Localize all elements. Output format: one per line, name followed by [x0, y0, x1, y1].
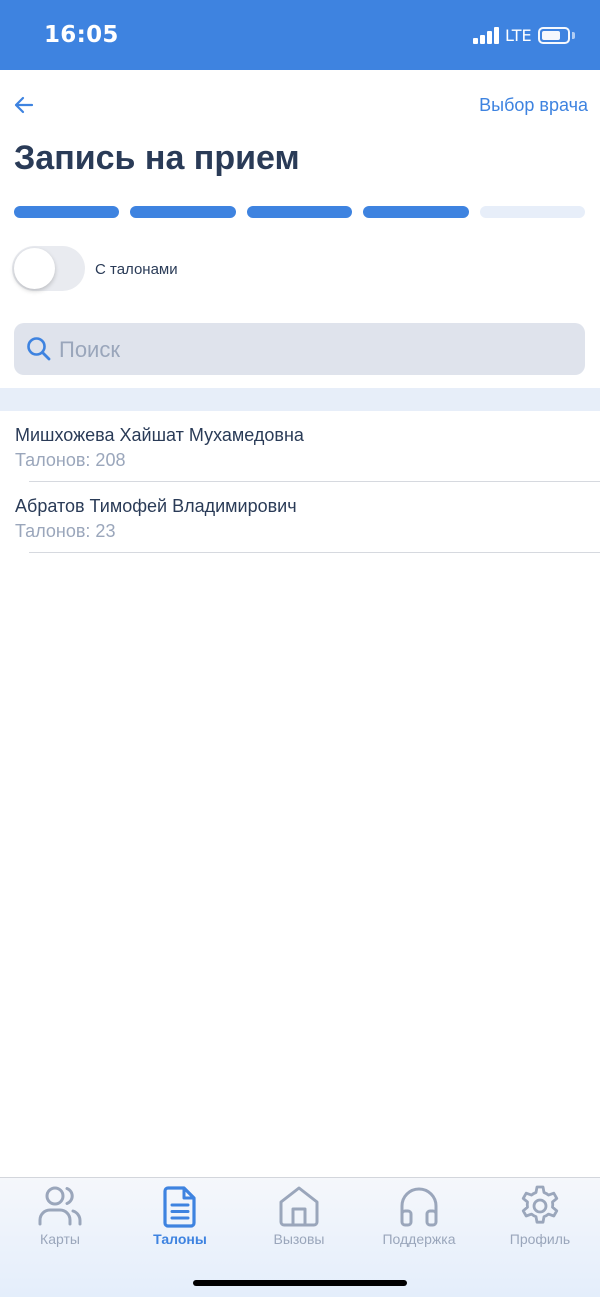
search-input[interactable]: Поиск — [14, 323, 585, 375]
toggle-knob — [14, 248, 55, 289]
with-tickets-toggle[interactable] — [12, 246, 85, 291]
back-arrow-icon[interactable] — [12, 93, 36, 117]
ticket-count: Талонов: 23 — [15, 521, 116, 541]
doctor-name: Абратов Тимофей Владимирович — [15, 496, 297, 516]
document-icon — [163, 1186, 196, 1228]
users-icon — [38, 1186, 82, 1226]
toggle-label: С талонами — [95, 261, 178, 278]
tab-label: Вызовы — [273, 1231, 325, 1247]
search-placeholder: Поиск — [59, 337, 120, 362]
tab-profile[interactable]: Профиль — [490, 1184, 590, 1254]
tab-label: Поддержка — [382, 1231, 456, 1247]
step-progress — [14, 206, 585, 218]
progress-step — [479, 206, 585, 218]
gear-icon — [521, 1185, 559, 1224]
home-indicator — [193, 1280, 407, 1286]
tab-support[interactable]: Поддержка — [369, 1184, 469, 1254]
signal-icon — [473, 26, 499, 44]
progress-step — [363, 206, 469, 218]
progress-step — [14, 206, 120, 218]
tab-cards[interactable]: Карты — [10, 1184, 110, 1254]
tab-label: Талоны — [153, 1231, 207, 1247]
doctor-name: Мишхожева Хайшат Мухамедовна — [15, 425, 304, 445]
list-item[interactable]: Мишхожева Хайшат Мухамедовна Талонов: 20… — [0, 411, 600, 482]
tab-label: Карты — [40, 1231, 80, 1247]
home-icon — [279, 1186, 319, 1227]
battery-icon — [538, 27, 570, 44]
progress-step — [246, 206, 353, 218]
row-divider — [29, 552, 600, 553]
status-time: 16:05 — [44, 22, 119, 48]
tab-bar: Карты Талоны Вызовы Поддержка Профиль — [0, 1177, 600, 1297]
ticket-count: Талонов: 208 — [15, 450, 126, 470]
section-divider — [0, 388, 600, 411]
page-title: Запись на прием — [14, 139, 300, 177]
battery-tip — [572, 32, 575, 39]
status-bar: 16:05 LTE — [0, 0, 600, 70]
list-item[interactable]: Абратов Тимофей Владимирович Талонов: 23 — [0, 482, 600, 553]
search-icon — [27, 337, 51, 361]
tab-calls[interactable]: Вызовы — [249, 1184, 349, 1254]
choose-doctor-link[interactable]: Выбор врача — [479, 95, 588, 116]
headphones-icon — [400, 1187, 438, 1227]
tab-label: Профиль — [509, 1231, 571, 1247]
progress-step — [130, 206, 236, 218]
tab-tickets[interactable]: Талоны — [130, 1184, 230, 1254]
network-label: LTE — [505, 26, 532, 45]
